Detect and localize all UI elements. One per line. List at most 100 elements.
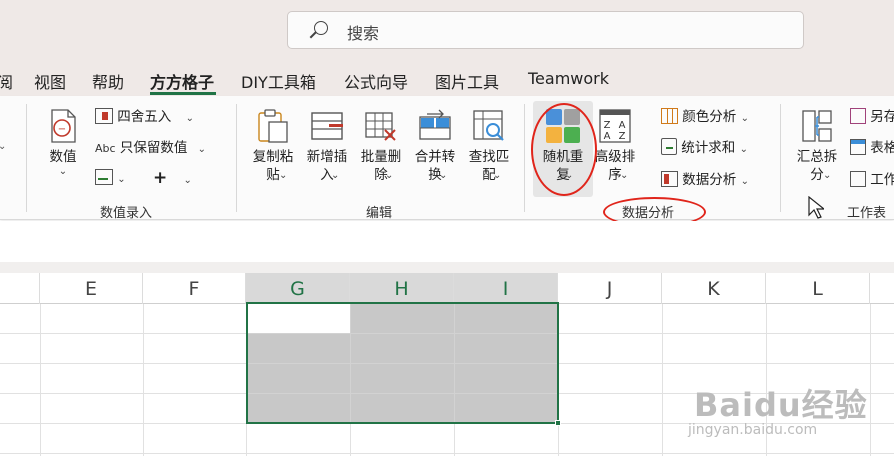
mouse-cursor-icon xyxy=(808,196,824,219)
color-analysis-button[interactable]: 颜色分析 ⌄ xyxy=(661,107,749,129)
group-label-numeric-entry: 数值录入 xyxy=(100,206,153,221)
format-button[interactable]: ⌄ xyxy=(95,168,126,190)
merge-convert-button[interactable]: 合并转 换 xyxy=(410,108,460,184)
batch-delete-button[interactable]: 批量删 除 xyxy=(356,108,406,184)
annotation-circle-random-repeat xyxy=(531,103,597,196)
tab-review[interactable]: 阅 xyxy=(0,69,13,93)
chevron-down-icon: ⌄ xyxy=(197,144,207,155)
svg-text:Z: Z xyxy=(604,120,611,131)
group-separator xyxy=(26,104,27,212)
save-as-label: 另存 xyxy=(870,109,894,125)
summary-split-icon xyxy=(799,108,835,144)
svg-text:−: − xyxy=(58,124,66,135)
chevron-down-icon: ⌄ xyxy=(823,170,832,181)
watermark-brand: Baidu经验 xyxy=(694,386,868,424)
numeric-icon: − xyxy=(45,108,81,144)
group-separator xyxy=(236,104,237,212)
clipboard-icon xyxy=(255,108,291,144)
group-label-worksheet: 工作表 xyxy=(847,206,887,221)
column-header-j[interactable]: J xyxy=(558,273,662,304)
column-headers: E F G H I J K L xyxy=(0,273,894,304)
find-match-button[interactable]: 查找匹 配 xyxy=(464,108,514,184)
group-label-edit: 编辑 xyxy=(366,206,393,221)
column-header-k[interactable]: K xyxy=(662,273,766,304)
work-button[interactable]: 工作 xyxy=(850,170,894,190)
copy-paste-button[interactable]: 复制粘 贴 xyxy=(248,108,298,184)
chevron-down-icon[interactable]: ⌄ xyxy=(0,141,6,152)
search-box[interactable]: 搜索 xyxy=(287,11,804,49)
grid-line xyxy=(248,393,557,394)
summary-split-label: 汇总拆 分 xyxy=(796,149,838,183)
search-icon xyxy=(314,21,328,35)
tab-image-tools[interactable]: 图片工具 xyxy=(435,69,499,93)
svg-text:A: A xyxy=(619,120,626,131)
color-analysis-label: 颜色分析 xyxy=(682,109,737,125)
chevron-down-icon: ⌄ xyxy=(279,170,288,181)
work-label: 工作 xyxy=(870,172,894,188)
tab-diy-toolbox[interactable]: DIY工具箱 xyxy=(241,69,316,93)
save-as-button[interactable]: 另存 xyxy=(850,107,894,127)
tab-formula-wizard[interactable]: 公式向导 xyxy=(344,69,408,93)
chevron-down-icon: ⌄ xyxy=(740,113,749,124)
chevron-down-icon: ⌄ xyxy=(620,170,629,181)
group-separator xyxy=(780,104,781,212)
chevron-down-icon: ⌄ xyxy=(739,144,748,155)
table-button[interactable]: 表格 xyxy=(850,138,894,158)
active-tab-indicator xyxy=(150,92,216,95)
round-label: 四舍五入 xyxy=(117,109,172,125)
grid-line xyxy=(248,363,557,364)
edit-cell-icon xyxy=(95,169,113,185)
column-header-h[interactable]: H xyxy=(350,273,454,304)
ribbon-tab-bar: 阅 视图 帮助 方方格子 DIY工具箱 公式向导 图片工具 Teamwork xyxy=(0,62,894,96)
tab-view[interactable]: 视图 xyxy=(34,69,66,93)
svg-text:A: A xyxy=(604,131,611,142)
merge-grid-icon xyxy=(417,108,453,144)
stat-sum-button[interactable]: 统计求和 ⌄ xyxy=(661,138,748,160)
numeric-label: 数值 xyxy=(49,149,77,165)
batch-delete-label: 批量删 除 xyxy=(360,149,402,183)
chevron-down-icon: ⌄ xyxy=(185,113,194,124)
data-grid-icon xyxy=(661,171,678,187)
clipboard-check-icon xyxy=(661,138,677,155)
tab-fangfang-gezi[interactable]: 方方格子 xyxy=(150,69,214,93)
watermark: Baidu经验 jingyan.baidu.com xyxy=(688,378,894,456)
chevron-down-icon: ⌄ xyxy=(740,176,749,187)
data-analysis-button[interactable]: 数据分析 ⌄ xyxy=(661,170,749,192)
keep-values-button[interactable]: Abc 只保留数值 ⌄ xyxy=(95,138,206,160)
chevron-down-icon: ⌄ xyxy=(439,170,448,181)
numeric-button[interactable]: − 数值 ⌄ xyxy=(38,108,88,177)
worksheet-icon xyxy=(850,171,866,187)
plus-icon: + xyxy=(153,168,168,188)
advanced-sort-label: 高级排 序 xyxy=(594,149,636,183)
chevron-down-icon: ⌄ xyxy=(493,170,502,181)
column-header-i[interactable]: I xyxy=(454,273,558,304)
chevron-down-icon: ⌄ xyxy=(385,170,394,181)
column-header-g[interactable]: G xyxy=(246,273,350,304)
add-insert-button[interactable]: 新增插 入 xyxy=(302,108,352,184)
find-grid-icon xyxy=(471,108,507,144)
abc-icon: Abc xyxy=(95,142,116,155)
grid-line xyxy=(248,333,557,334)
search-placeholder: 搜索 xyxy=(347,24,380,43)
insert-rows-icon xyxy=(309,108,345,144)
svg-text:Z: Z xyxy=(619,131,626,142)
column-header-e[interactable]: E xyxy=(40,273,143,304)
toolbar-shade xyxy=(0,262,894,273)
round-button[interactable]: 四舍五入 ⌄ xyxy=(95,107,194,129)
column-header-l[interactable]: L xyxy=(766,273,870,304)
fill-handle[interactable] xyxy=(555,420,561,426)
plus-button[interactable]: + ⌄ xyxy=(153,168,192,191)
column-header-partial[interactable] xyxy=(0,273,40,304)
stat-sum-label: 统计求和 xyxy=(681,140,736,156)
active-cell[interactable] xyxy=(248,304,350,333)
sort-az-icon: Z A A Z xyxy=(597,108,633,144)
advanced-sort-button[interactable]: Z A A Z 高级排 序 xyxy=(592,108,638,184)
summary-split-button[interactable]: 汇总拆 分 xyxy=(792,108,842,184)
tab-help[interactable]: 帮助 xyxy=(92,69,124,93)
add-insert-label: 新增插 入 xyxy=(306,149,348,183)
column-header-f[interactable]: F xyxy=(143,273,246,304)
chevron-down-icon: ⌄ xyxy=(58,166,68,177)
tab-teamwork[interactable]: Teamwork xyxy=(528,69,609,88)
delete-grid-icon xyxy=(363,108,399,144)
watermark-url: jingyan.baidu.com xyxy=(688,422,818,438)
